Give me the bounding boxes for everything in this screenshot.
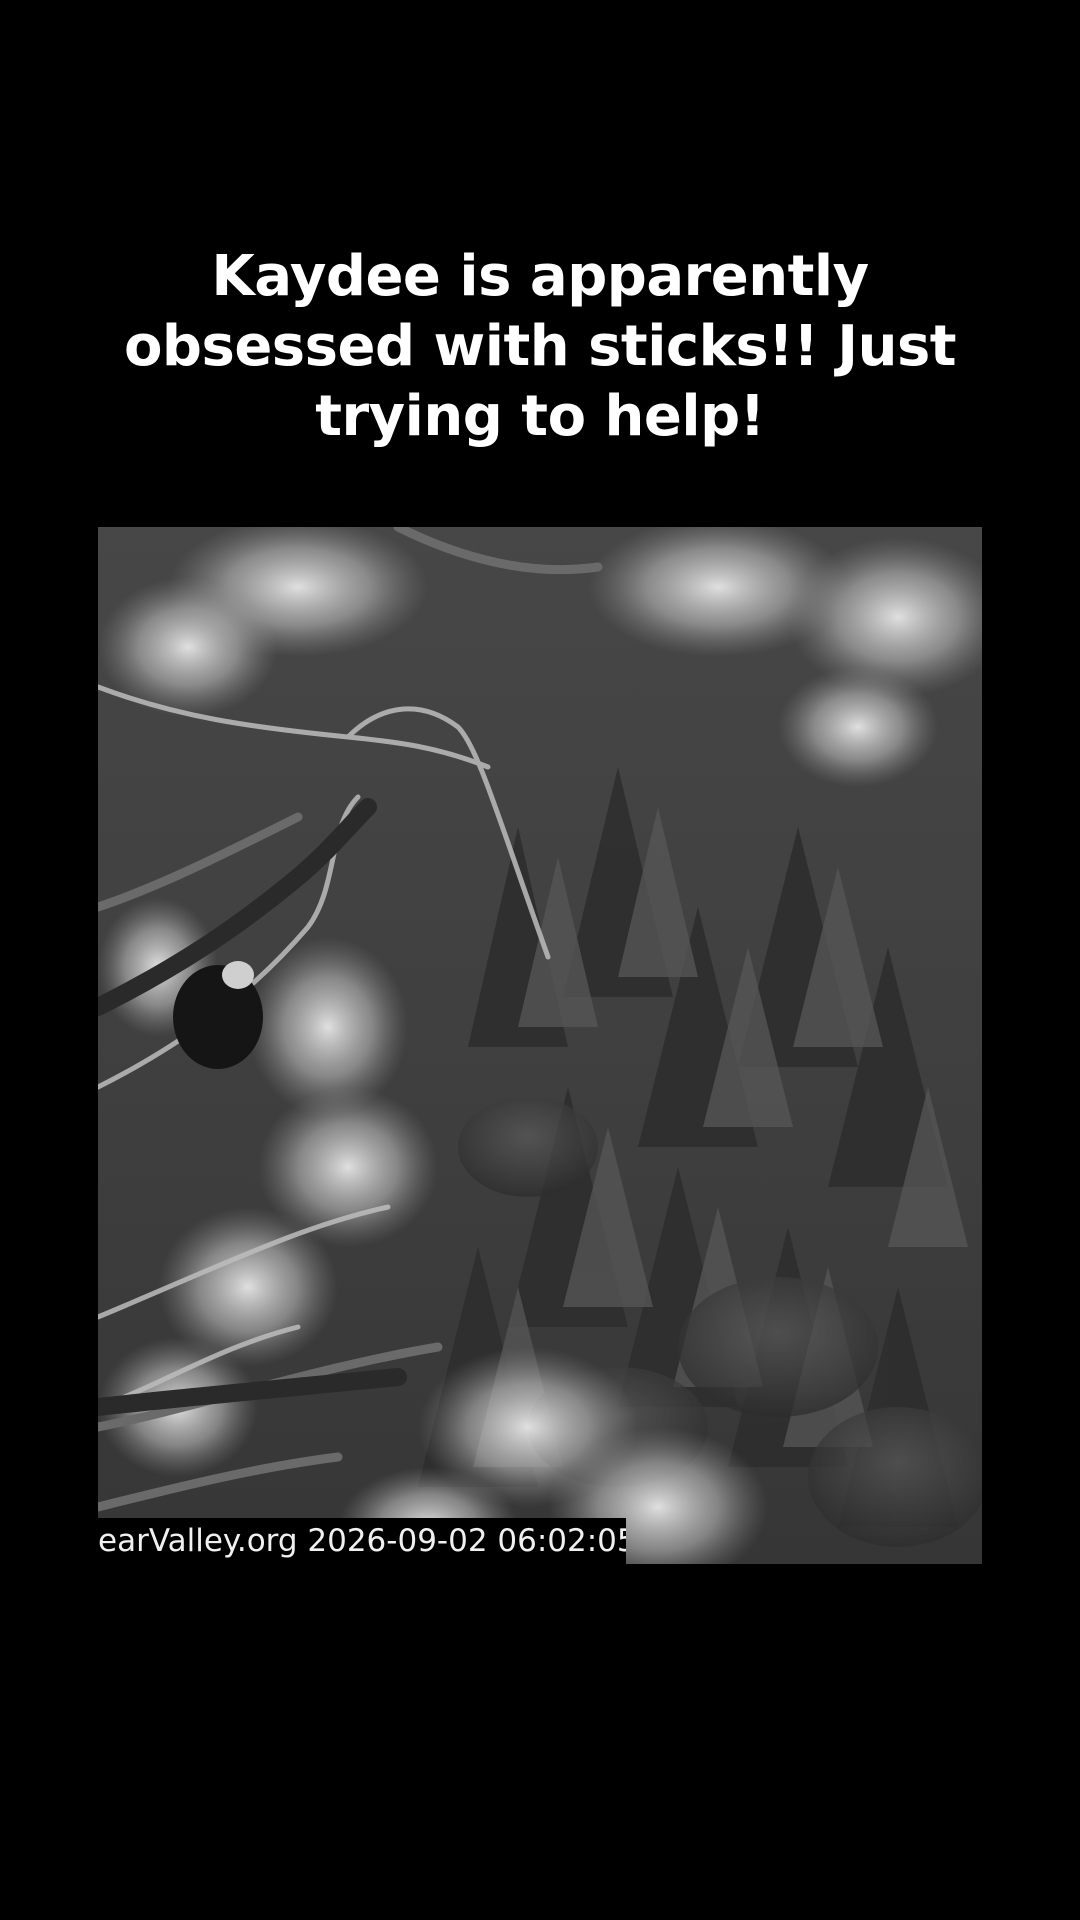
video-player[interactable]: earValley.org 2026-09-02 06:02:05 [98,527,982,1564]
camera-timestamp-overlay: earValley.org 2026-09-02 06:02:05 [98,1518,626,1564]
video-caption: Kaydee is apparently obsessed with stick… [123,244,957,449]
nest-cam-image [98,527,982,1564]
